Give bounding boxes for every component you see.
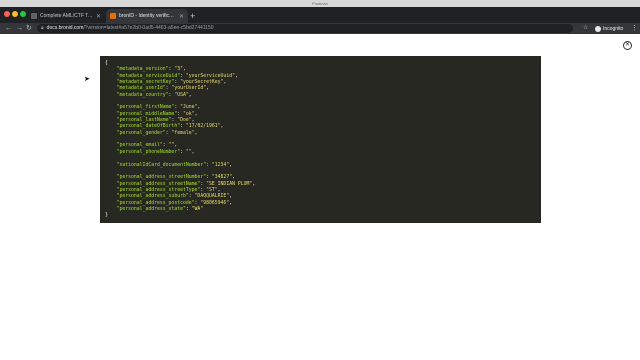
window-title: Postman bbox=[312, 1, 328, 6]
tab-label: Complete AML/CTF Toolkit | bri... bbox=[40, 13, 93, 19]
menu-kebab-icon[interactable]: ⋮ bbox=[631, 23, 638, 34]
close-tab-icon[interactable]: ✕ bbox=[179, 13, 184, 20]
close-modal-button[interactable]: ✕ bbox=[623, 41, 632, 50]
bookmark-star-icon[interactable]: ☆ bbox=[583, 23, 588, 34]
maximize-window-button[interactable] bbox=[20, 11, 26, 17]
tab-bronid[interactable]: bronID - Identity verification ✕ bbox=[106, 9, 188, 23]
tab-strip: Complete AML/CTF Toolkit | bri... ✕ bron… bbox=[0, 7, 640, 23]
tab-label: bronID - Identity verification bbox=[119, 13, 176, 19]
address-bar[interactable]: 🔒︎ docs.bronid.com/?version=latest#a57e2b… bbox=[37, 24, 573, 33]
tab-favicon-icon bbox=[110, 13, 116, 19]
window-titlebar: Postman bbox=[0, 0, 640, 7]
tab-aml-toolkit[interactable]: Complete AML/CTF Toolkit | bri... ✕ bbox=[27, 9, 105, 23]
incognito-label: Incognito bbox=[603, 25, 624, 32]
forward-arrow-icon[interactable]: → bbox=[16, 23, 23, 34]
json-code: { "metadata_version": "3", "metadata_ser… bbox=[105, 61, 536, 220]
json-close-brace: } bbox=[105, 213, 108, 219]
incognito-badge[interactable]: Incognito bbox=[595, 24, 623, 33]
incognito-icon bbox=[595, 25, 601, 32]
json-code-block: { "metadata_version": "3", "metadata_ser… bbox=[100, 56, 541, 223]
url-host: docs.bronid.com bbox=[46, 25, 84, 31]
reload-icon[interactable]: ↻ bbox=[26, 23, 32, 34]
url-path: /?version=latest#a57e2b0-0ad5-4463-a5ee-… bbox=[83, 25, 214, 31]
browser-toolbar: ← → ↻ 🔒︎ docs.bronid.com/?version=latest#… bbox=[0, 23, 640, 34]
lock-icon: 🔒︎ bbox=[41, 25, 44, 31]
back-arrow-icon[interactable]: ← bbox=[5, 23, 12, 34]
close-tab-icon[interactable]: ✕ bbox=[96, 13, 101, 20]
minimize-window-button[interactable] bbox=[12, 11, 18, 17]
close-window-button[interactable] bbox=[4, 11, 10, 17]
tab-favicon-icon bbox=[31, 13, 37, 19]
new-tab-icon[interactable]: + bbox=[190, 10, 195, 22]
mouse-cursor-icon: ➤ bbox=[84, 76, 90, 83]
